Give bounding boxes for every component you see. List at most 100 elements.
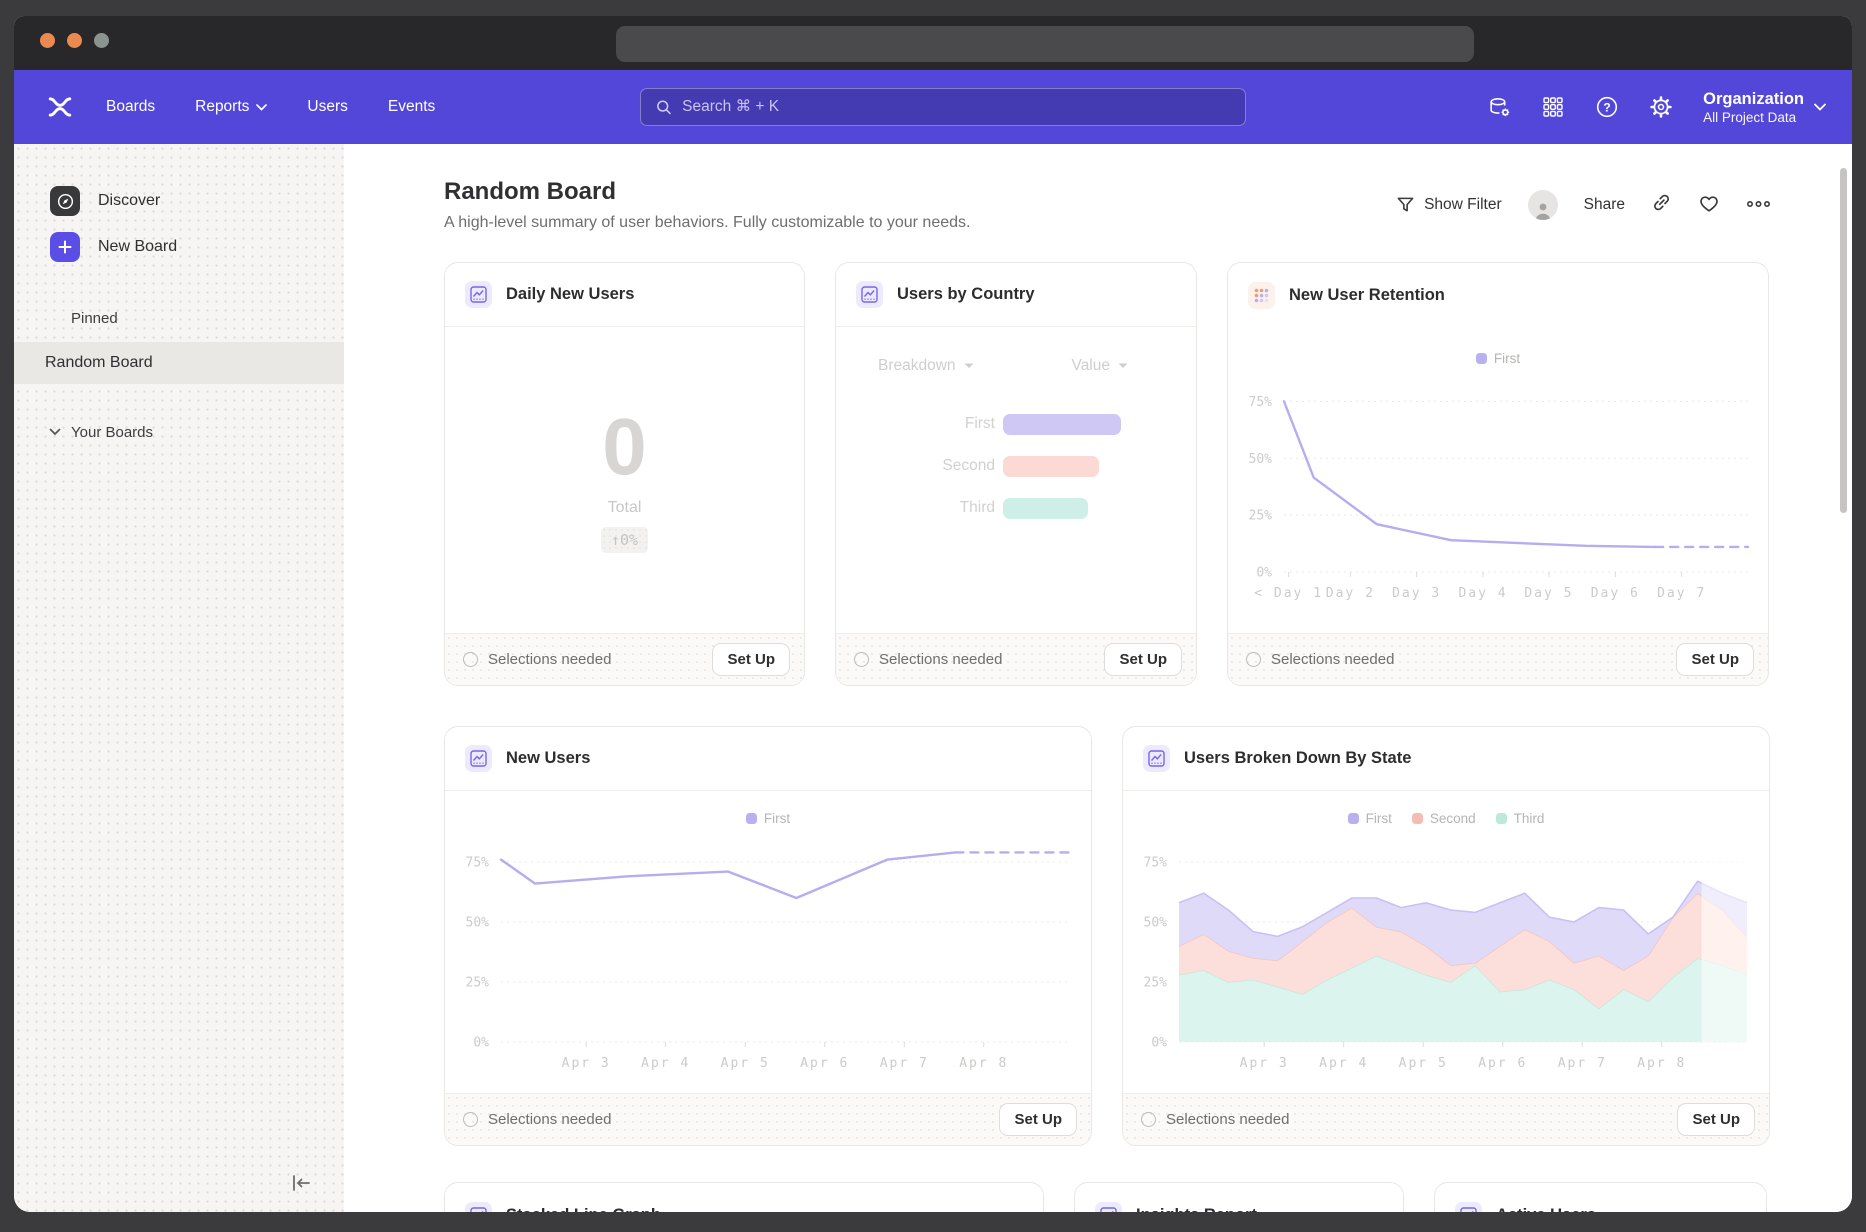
help-icon[interactable]: ? (1595, 95, 1619, 119)
traffic-light-minimize-button[interactable] (67, 33, 82, 48)
svg-text:Apr 3: Apr 3 (562, 1056, 611, 1071)
favorite-heart-icon[interactable] (1698, 193, 1720, 218)
svg-text:0%: 0% (1256, 566, 1272, 581)
state-stacked-area-chart: 0%25%50%75%Apr 3Apr 4Apr 5Apr 6Apr 7Apr … (1123, 826, 1767, 1078)
legend-swatch (746, 813, 757, 824)
plus-icon (50, 232, 80, 262)
copy-link-icon[interactable] (1651, 192, 1672, 218)
chevron-down-icon (49, 428, 61, 436)
legend-swatch (1348, 813, 1359, 824)
svg-text:25%: 25% (466, 976, 490, 991)
breakdown-dropdown[interactable]: Breakdown (878, 357, 974, 375)
bar-first[interactable] (1003, 414, 1121, 435)
card-title: New User Retention (1289, 286, 1445, 305)
sidebar-section-your-boards[interactable]: Your Boards (14, 416, 344, 448)
svg-text:Apr 7: Apr 7 (880, 1056, 929, 1071)
legend-item[interactable]: First (1476, 351, 1520, 366)
project-name: All Project Data (1703, 110, 1804, 125)
set-up-button[interactable]: Set Up (712, 643, 790, 676)
collapse-sidebar-button[interactable] (286, 1170, 316, 1196)
compass-icon (50, 186, 80, 216)
svg-text:0%: 0% (1151, 1036, 1167, 1051)
bar-third[interactable] (1003, 498, 1088, 519)
org-project-switcher[interactable]: Organization All Project Data (1703, 89, 1826, 125)
svg-text:Day 7: Day 7 (1657, 586, 1706, 601)
country-bar-row: First (836, 403, 1196, 445)
svg-text:Apr 8: Apr 8 (1637, 1056, 1686, 1071)
traffic-light-close-button[interactable] (40, 33, 55, 48)
filter-funnel-icon (1396, 196, 1415, 214)
nav-item-boards[interactable]: Boards (106, 98, 155, 116)
new-users-line-chart: 0%25%50%75%Apr 3Apr 4Apr 5Apr 6Apr 7Apr … (445, 826, 1089, 1078)
status-radio-icon (1141, 1112, 1156, 1127)
legend-item[interactable]: First (1348, 811, 1392, 826)
share-button[interactable]: Share (1584, 196, 1625, 214)
browser-window: Boards Reports Users Events (14, 16, 1852, 1212)
bar-second[interactable] (1003, 456, 1099, 477)
card-title: Insights Report (1136, 1206, 1257, 1213)
line-chart-icon (465, 745, 492, 772)
address-bar[interactable] (616, 26, 1474, 62)
retention-line-chart: 0%25%50%75%< Day 1Day 2Day 3Day 4Day 5Da… (1228, 366, 1768, 608)
svg-text:75%: 75% (1144, 856, 1168, 871)
chevron-down-icon (49, 314, 61, 322)
bar-label: Third (836, 499, 995, 517)
sidebar-item-new-board[interactable]: New Board (14, 224, 344, 270)
legend-item[interactable]: First (746, 811, 790, 826)
settings-gear-icon[interactable] (1649, 95, 1673, 119)
global-search-box[interactable] (640, 88, 1246, 126)
card-active-users: Active Users (1434, 1182, 1767, 1212)
set-up-button[interactable]: Set Up (1677, 1103, 1755, 1136)
more-options-icon[interactable] (1746, 196, 1771, 214)
data-management-icon[interactable] (1487, 95, 1511, 119)
nav-item-users[interactable]: Users (307, 98, 347, 116)
value-dropdown[interactable]: Value (1072, 357, 1129, 375)
svg-text:Apr 5: Apr 5 (1399, 1056, 1448, 1071)
legend-label: Second (1430, 811, 1476, 826)
sidebar-item-discover[interactable]: Discover (14, 178, 344, 224)
set-up-button[interactable]: Set Up (1104, 643, 1182, 676)
legend-item[interactable]: Third (1496, 811, 1545, 826)
card-title: Users Broken Down By State (1184, 749, 1411, 768)
scrollbar-thumb[interactable] (1840, 168, 1847, 513)
chart-legend: First (445, 811, 1091, 826)
metric-caption: Total (608, 499, 642, 517)
country-bar-list: FirstSecondThird (836, 403, 1196, 529)
search-input[interactable] (682, 98, 1231, 116)
svg-text:Apr 4: Apr 4 (641, 1056, 690, 1071)
svg-text:Day 3: Day 3 (1392, 586, 1441, 601)
card-title: Daily New Users (506, 285, 634, 304)
card-users-by-country: Users by Country Breakdown Value (835, 262, 1197, 686)
nav-item-events[interactable]: Events (388, 98, 435, 116)
set-up-button[interactable]: Set Up (1676, 643, 1754, 676)
legend-item[interactable]: Second (1412, 811, 1476, 826)
sidebar-item-random-board[interactable]: Random Board (14, 342, 344, 384)
traffic-light-zoom-button[interactable] (94, 33, 109, 48)
svg-text:Day 6: Day 6 (1591, 586, 1640, 601)
card-new-user-retention: New User Retention First 0%25%50%75%< Da… (1227, 262, 1769, 686)
svg-text:Apr 3: Apr 3 (1240, 1056, 1289, 1071)
card-insights-report: Insights Report (1074, 1182, 1404, 1212)
svg-text:< Day 1: < Day 1 (1254, 586, 1323, 601)
svg-text:Apr 4: Apr 4 (1319, 1056, 1368, 1071)
svg-text:Day 2: Day 2 (1326, 586, 1375, 601)
apps-grid-icon[interactable] (1541, 95, 1565, 119)
nav-menu: Boards Reports Users Events (106, 98, 435, 116)
sidebar-section-pinned[interactable]: Pinned (14, 302, 344, 334)
svg-text:Apr 7: Apr 7 (1558, 1056, 1607, 1071)
legend-label: First (1366, 811, 1392, 826)
chevron-down-icon (1118, 363, 1128, 369)
svg-text:Day 4: Day 4 (1458, 586, 1507, 601)
nav-item-reports[interactable]: Reports (195, 98, 267, 116)
sidebar: Discover New Board Pinned Random Board (14, 144, 344, 1212)
avatar[interactable] (1528, 190, 1558, 220)
svg-text:0%: 0% (473, 1036, 489, 1051)
status-text: Selections needed (879, 651, 1002, 668)
chevron-down-icon (256, 104, 267, 111)
legend-label: First (1494, 351, 1520, 366)
legend-label: First (764, 811, 790, 826)
mixpanel-logo-icon[interactable] (46, 93, 76, 121)
set-up-button[interactable]: Set Up (999, 1103, 1077, 1136)
chart-legend: First Second Third (1123, 811, 1769, 826)
show-filter-button[interactable]: Show Filter (1396, 196, 1502, 214)
